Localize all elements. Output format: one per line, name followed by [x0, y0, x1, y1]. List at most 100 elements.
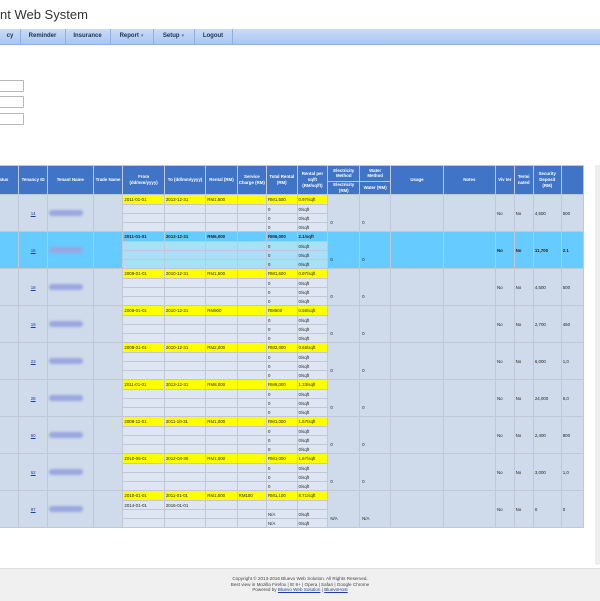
filter-input-1[interactable] [0, 80, 24, 92]
service-charge-cell [236, 268, 268, 279]
inner-cell [236, 204, 268, 214]
nav-item-2[interactable]: Insurance [65, 29, 111, 44]
inner-cell [163, 463, 207, 473]
zero-persqft-cell: 0/sqft [296, 333, 329, 343]
nav-item-label: Reminder [28, 33, 57, 39]
rental-per-sqft-cell: 8.71/sqft [296, 490, 329, 501]
terminated-cell: No [513, 490, 534, 528]
table-row[interactable]: ANT 97 2010-01-012011-01-01RM1,000RM100RM1… [0, 490, 585, 528]
tenancy-id-link[interactable]: 16 [31, 248, 36, 253]
sub-persqft-cell [296, 500, 329, 510]
tenancy-id-link[interactable]: 28 [31, 396, 36, 401]
zero-total-cell: 0 [266, 361, 298, 371]
extra-cell: 500 [560, 268, 585, 306]
rental-cell: RM1,500 [205, 194, 238, 205]
service-charge-cell [236, 379, 268, 390]
security-deposit-cell: 3,000 [532, 453, 562, 491]
zero-total-cell: 0 [266, 296, 298, 306]
tenancy-id-link[interactable]: 62 [31, 470, 36, 475]
terminated-cell: No [513, 453, 534, 491]
tenant-name-cell [47, 268, 94, 306]
trade-name-cell [92, 490, 124, 528]
sub-to-cell: 2016-01-01 [163, 500, 207, 510]
redacted-name [49, 209, 83, 216]
usage-cell [390, 305, 444, 343]
footer-separator: | [321, 587, 323, 592]
table-row[interactable]: ANT182008-01-012010-12-31RM1,500RM1,5000… [0, 268, 585, 306]
zero-total-cell: 0 [266, 389, 298, 399]
inner-cell [205, 398, 238, 408]
zero-persqft-cell: 0/sqft [296, 463, 329, 473]
zero-total-cell: 0 [266, 398, 298, 408]
filter-input-3[interactable] [0, 113, 24, 125]
to-cell: 2010-12-31 [163, 342, 207, 353]
inner-cell [236, 333, 268, 343]
zero-persqft-cell: 0/sqft [296, 287, 329, 297]
table-row[interactable]: ANT282011-01-012013-12-31RM8,000RM8,0001… [0, 379, 585, 417]
tenancy-id-link[interactable]: 97 [31, 507, 36, 512]
nav-item-4[interactable]: Setup ▾ [153, 29, 195, 44]
zero-persqft-cell: 0/sqft [296, 518, 329, 528]
notes-cell [442, 453, 496, 491]
table-row[interactable]: ANT622010-05-012012-04-30RM1,000RM1,0001… [0, 453, 585, 491]
vertical-scrollbar[interactable] [595, 165, 600, 565]
zero-persqft-cell: 0/sqft [296, 241, 329, 251]
tenant-name-cell [47, 379, 94, 417]
inner-cell [163, 324, 207, 334]
inner-cell [163, 444, 207, 454]
col-status: Status [0, 165, 20, 195]
footer-link-host[interactable]: BluevoHost [324, 587, 348, 592]
trade-name-cell [92, 194, 124, 232]
nav-item-1[interactable]: Reminder [20, 29, 66, 44]
rental-cell: RM6,000 [205, 231, 238, 242]
tenancy-id-link[interactable]: 23 [31, 359, 36, 364]
inner-cell [163, 278, 207, 288]
water-cell: 0 [359, 268, 392, 306]
nav-item-label: Insurance [73, 33, 102, 39]
nav-item-5[interactable]: Logout [194, 29, 233, 44]
inner-cell [205, 509, 238, 519]
inner-cell [236, 472, 268, 482]
trade-name-cell [92, 379, 124, 417]
from-cell: 2010-05-01 [122, 453, 165, 464]
chevron-down-icon: ▾ [140, 33, 144, 39]
inner-cell [205, 213, 238, 223]
nav-item-label: Setup [162, 33, 180, 39]
zero-persqft-cell: 0/sqft [296, 204, 329, 214]
footer-link-web-solution[interactable]: Bluevo Web Solution [278, 587, 321, 592]
inner-cell [236, 389, 268, 399]
table-row[interactable]: ANT232008-01-012010-12-31RM2,000RM2,0000… [0, 342, 585, 380]
filter-input-2[interactable] [0, 96, 24, 108]
nav-item-3[interactable]: Report ▾ [110, 29, 154, 44]
extra-cell: 1,0 [560, 342, 585, 380]
col-tenancy-id: Tenancy ID [18, 165, 48, 195]
zero-persqft-cell: 0/sqft [296, 389, 329, 399]
tenancy-id-link[interactable]: 18 [31, 285, 36, 290]
inner-cell [236, 481, 268, 491]
tenancy-id-link[interactable]: 19 [31, 322, 36, 327]
table-row[interactable]: ANT192008-01-012010-12-31RM900RM9000.58/… [0, 305, 585, 343]
col-terminated: Termi nated [513, 165, 534, 195]
notes-cell [442, 342, 496, 380]
inner-cell [236, 287, 268, 297]
zero-total-cell: 0 [266, 435, 298, 445]
table-row[interactable]: ANT142011-01-012013-12-31RM1,500RM1,5000… [0, 194, 585, 232]
table-row[interactable]: ANT602008-11-012011-10-31RM1,000RM1,0001… [0, 416, 585, 454]
trade-name-cell [92, 268, 124, 306]
zero-persqft-cell: 0/sqft [296, 259, 329, 269]
usage-cell [390, 342, 444, 380]
rental-cell: RM1,000 [205, 453, 238, 464]
rental-cell: RM1,000 [205, 416, 238, 427]
inner-cell [122, 352, 165, 362]
tenancy-id-link[interactable]: 60 [31, 433, 36, 438]
service-charge-cell: RM100 [236, 490, 268, 501]
security-deposit-cell: 0 [532, 490, 562, 528]
nav-item-0[interactable]: cy [0, 29, 21, 44]
zero-total-cell: 0 [266, 426, 298, 436]
inner-cell [205, 204, 238, 214]
zero-persqft-cell: 0/sqft [296, 398, 329, 408]
redacted-name [49, 431, 83, 438]
tenancy-id-link[interactable]: 14 [31, 211, 36, 216]
table-row[interactable]: ANT162011-01-012013-12-31RM6,000RM6,0002… [0, 231, 585, 269]
zero-persqft-cell: 0/sqft [296, 426, 329, 436]
